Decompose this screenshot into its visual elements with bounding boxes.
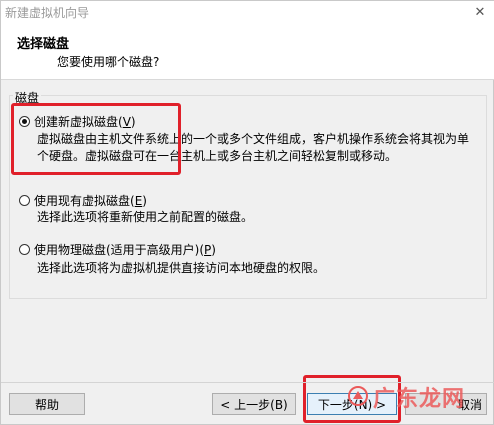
title-bar: 新建虚拟机向导 ✕ xyxy=(1,1,494,23)
watermark-logo-icon xyxy=(348,386,368,406)
page-subtitle: 您要使用哪个磁盘? xyxy=(57,55,160,69)
highlight-annotation xyxy=(11,103,181,175)
watermark-text: 广东龙网 xyxy=(373,386,466,412)
option-description: 选择此选项将重新使用之前配置的磁盘。 xyxy=(37,210,254,224)
option-label: 使用物理磁盘(适用于高级用户)(P) xyxy=(34,243,216,257)
radio-use-existing-disk[interactable]: 使用现有虚拟磁盘(E) xyxy=(19,192,147,209)
page-title: 选择磁盘 xyxy=(17,37,70,52)
radio-unchecked-icon[interactable] xyxy=(19,195,30,206)
back-button[interactable]: < 上一步(B) xyxy=(212,393,296,415)
option-description: 选择此选项将为虚拟机提供直接访问本地硬盘的权限。 xyxy=(37,261,326,275)
radio-use-physical-disk[interactable]: 使用物理磁盘(适用于高级用户)(P) xyxy=(19,241,216,258)
option-label: 使用现有虚拟磁盘(E) xyxy=(34,194,147,208)
wizard-header: 选择磁盘 您要使用哪个磁盘? xyxy=(1,23,494,80)
radio-unchecked-icon[interactable] xyxy=(19,244,30,255)
window-title: 新建虚拟机向导 xyxy=(5,6,90,20)
close-icon[interactable]: ✕ xyxy=(467,1,493,23)
help-button[interactable]: 帮助 xyxy=(9,393,85,415)
wizard-window: 新建虚拟机向导 ✕ 选择磁盘 您要使用哪个磁盘? 磁盘 创建新虚拟磁盘(V) 虚… xyxy=(0,0,494,425)
